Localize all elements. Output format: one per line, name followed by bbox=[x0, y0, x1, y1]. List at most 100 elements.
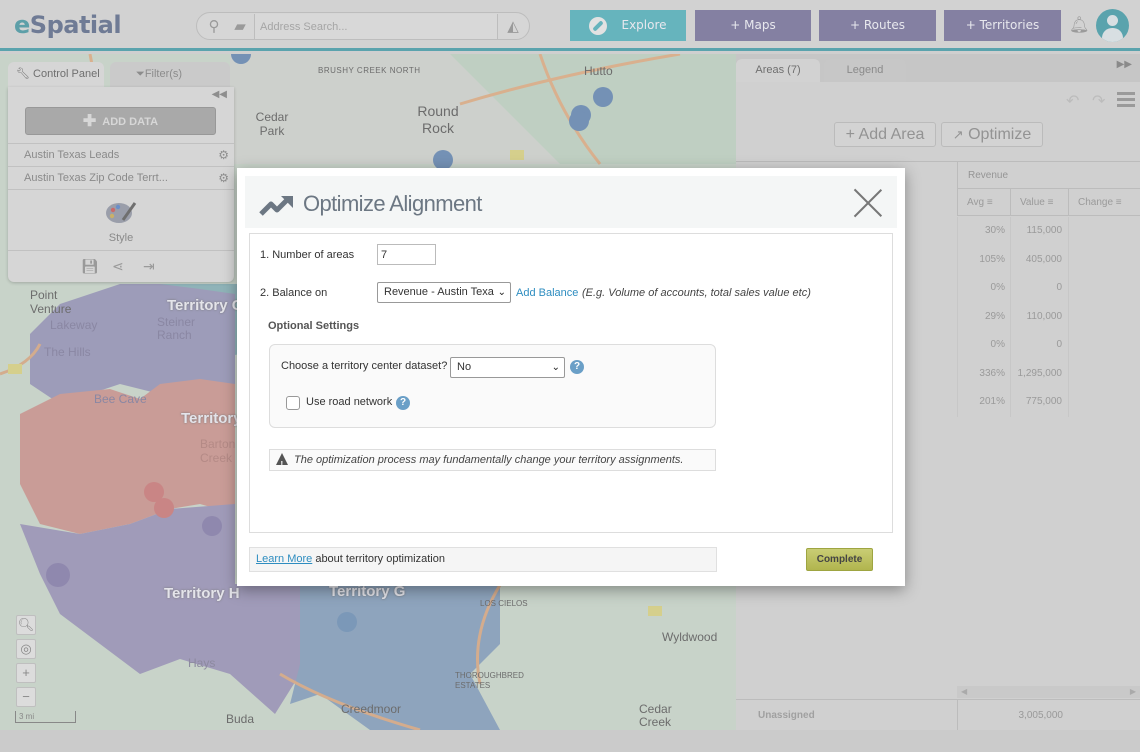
map-marker bbox=[46, 563, 70, 587]
share-icon[interactable]: ⋖ bbox=[112, 258, 124, 275]
map-marker bbox=[569, 111, 589, 131]
row-avg: 105% bbox=[979, 253, 1005, 265]
add-pin-icon[interactable]: ⚲ bbox=[203, 16, 225, 38]
number-of-areas-input[interactable] bbox=[377, 244, 436, 265]
row-value: 0 bbox=[1056, 339, 1062, 350]
warning-icon bbox=[276, 453, 288, 475]
trend-up-icon: ↗ bbox=[952, 127, 964, 142]
chevron-down-icon: ⌄ bbox=[551, 362, 560, 373]
locate-button[interactable]: ◎ bbox=[16, 639, 36, 659]
add-balance-link[interactable]: Add Balance bbox=[516, 287, 578, 299]
map-label: Point Venture bbox=[30, 288, 72, 316]
map-marker bbox=[433, 150, 453, 170]
zoom-in-button[interactable]: + bbox=[16, 663, 36, 683]
row-avg: 201% bbox=[979, 396, 1005, 407]
dialog-body: 1. Number of areas 2. Balance on Revenue… bbox=[249, 233, 893, 533]
complete-button[interactable]: Complete bbox=[806, 548, 873, 571]
control-panel: 🔧︎ Control Panel ⏷Filter(s) ◀◀ ✚ ADD DATA… bbox=[8, 62, 234, 282]
column-header-value[interactable]: Value ≡ bbox=[1010, 189, 1068, 216]
row-value: 0 bbox=[1056, 282, 1062, 293]
map-label: Hutto bbox=[584, 64, 613, 78]
zoom-box-button[interactable]: 🔍︎ bbox=[16, 615, 36, 635]
hamburger-menu-icon[interactable] bbox=[1117, 92, 1135, 107]
style-label[interactable]: Style bbox=[8, 232, 234, 244]
column-label: Change bbox=[1078, 197, 1114, 208]
layer-label: Austin Texas Leads bbox=[24, 149, 120, 161]
close-icon[interactable] bbox=[853, 188, 883, 218]
map-label: Barton Creek bbox=[200, 437, 236, 465]
number-of-areas-label: 1. Number of areas bbox=[260, 249, 355, 261]
optimize-label: Optimize bbox=[968, 126, 1032, 143]
map-label: Cedar Park bbox=[255, 110, 289, 138]
add-comment-icon[interactable]: ▰ bbox=[229, 16, 251, 38]
layer-settings-gear-icon[interactable]: ⚙ bbox=[218, 144, 229, 166]
learn-more-link[interactable]: Learn More bbox=[256, 553, 312, 565]
column-header-change[interactable]: Change ≡ bbox=[1068, 189, 1140, 216]
status-bar bbox=[0, 730, 1140, 752]
center-dataset-label: Choose a territory center dataset? bbox=[281, 360, 448, 372]
optimize-button[interactable]: ↗ Optimize bbox=[941, 122, 1043, 147]
row-value: 405,000 bbox=[1025, 253, 1062, 265]
use-road-network-checkbox[interactable] bbox=[286, 396, 300, 410]
center-dataset-select[interactable]: No ⌄ bbox=[450, 357, 565, 378]
address-search-input[interactable] bbox=[254, 14, 498, 39]
use-road-network-label[interactable]: Use road network bbox=[306, 396, 392, 408]
territory-label: Territory bbox=[181, 410, 242, 427]
app-root: eSpatial ⚲ ▰ ◭ Explore + Maps + Routes +… bbox=[0, 0, 1140, 752]
territory-label: Territory C bbox=[167, 297, 243, 314]
routes-button[interactable]: + Routes bbox=[819, 10, 936, 41]
row-avg: 29% bbox=[984, 310, 1005, 322]
map-marker bbox=[154, 498, 174, 518]
map-label: Steiner Ranch bbox=[157, 315, 196, 342]
warning-text: The optimization process may fundamental… bbox=[294, 454, 684, 466]
espatial-logo[interactable]: eSpatial bbox=[14, 11, 122, 39]
help-icon[interactable]: ? bbox=[396, 396, 410, 410]
map-label: Round Rock bbox=[417, 103, 459, 136]
notification-bell-icon[interactable]: 🔔︎ bbox=[1069, 15, 1089, 35]
maps-button[interactable]: + Maps bbox=[695, 10, 811, 41]
tab-areas[interactable]: Areas (7) bbox=[736, 59, 820, 83]
add-shape-icon[interactable]: ◭ bbox=[502, 16, 524, 38]
tab-legend[interactable]: Legend bbox=[824, 59, 906, 83]
filter-icon: ⏷ bbox=[136, 68, 145, 80]
layer-settings-gear-icon[interactable]: ⚙ bbox=[218, 167, 229, 189]
column-label: Value bbox=[1020, 197, 1045, 208]
help-icon[interactable]: ? bbox=[570, 360, 584, 374]
tab-filters[interactable]: ⏷Filter(s) bbox=[110, 62, 230, 88]
undo-icon[interactable]: ↶ bbox=[1066, 91, 1079, 111]
add-area-button[interactable]: + Add Area bbox=[834, 122, 936, 147]
column-header-avg[interactable]: Avg ≡ bbox=[957, 189, 1010, 216]
user-avatar[interactable] bbox=[1096, 9, 1129, 42]
row-value: 110,000 bbox=[1026, 310, 1062, 322]
row-value: 115,000 bbox=[1026, 225, 1062, 236]
plus-icon: ✚ bbox=[82, 113, 97, 130]
optimize-alignment-dialog: Optimize Alignment 1. Number of areas 2.… bbox=[237, 168, 905, 586]
balance-on-value: Revenue - Austin Texa bbox=[384, 286, 494, 298]
tab-control-panel[interactable]: 🔧︎ Control Panel bbox=[8, 62, 104, 88]
balance-hint: (E.g. Volume of accounts, total sales va… bbox=[582, 287, 811, 299]
map-marker bbox=[202, 516, 222, 536]
expand-panel-icon[interactable]: ▶▶ bbox=[1117, 59, 1132, 70]
layer-item[interactable]: Austin Texas Leads ⚙ bbox=[8, 143, 234, 166]
balance-on-select[interactable]: Revenue - Austin Texa ⌄ bbox=[377, 282, 511, 303]
map-marker bbox=[593, 87, 613, 107]
zoom-out-button[interactable]: − bbox=[16, 687, 36, 707]
map-marker bbox=[337, 612, 357, 632]
map-label: Creedmoor bbox=[341, 702, 402, 716]
add-data-button[interactable]: ✚ ADD DATA bbox=[25, 107, 216, 135]
style-palette-icon[interactable] bbox=[105, 200, 137, 224]
compass-icon bbox=[589, 16, 608, 35]
control-panel-body: ◀◀ ✚ ADD DATA Austin Texas Leads ⚙ Austin … bbox=[8, 87, 234, 282]
learn-more-text: about territory optimization bbox=[312, 553, 445, 565]
redo-icon[interactable]: ↷ bbox=[1092, 91, 1105, 111]
territory-label: Territory H bbox=[164, 585, 240, 602]
layer-item[interactable]: Austin Texas Zip Code Terrt... ⚙ bbox=[8, 166, 234, 189]
save-warning-icon[interactable]: 💾︎ bbox=[81, 258, 99, 275]
collapse-panel-icon[interactable]: ◀◀ bbox=[212, 89, 227, 100]
horizontal-scrollbar[interactable]: ◀ ▶ bbox=[957, 686, 1140, 698]
learn-more-bar: Learn More about territory optimization bbox=[249, 547, 717, 572]
territories-button[interactable]: + Territories bbox=[944, 10, 1061, 41]
explore-button[interactable]: Explore bbox=[570, 10, 686, 41]
unassigned-label: Unassigned bbox=[758, 710, 815, 721]
export-icon[interactable]: ⇥ bbox=[143, 258, 155, 275]
